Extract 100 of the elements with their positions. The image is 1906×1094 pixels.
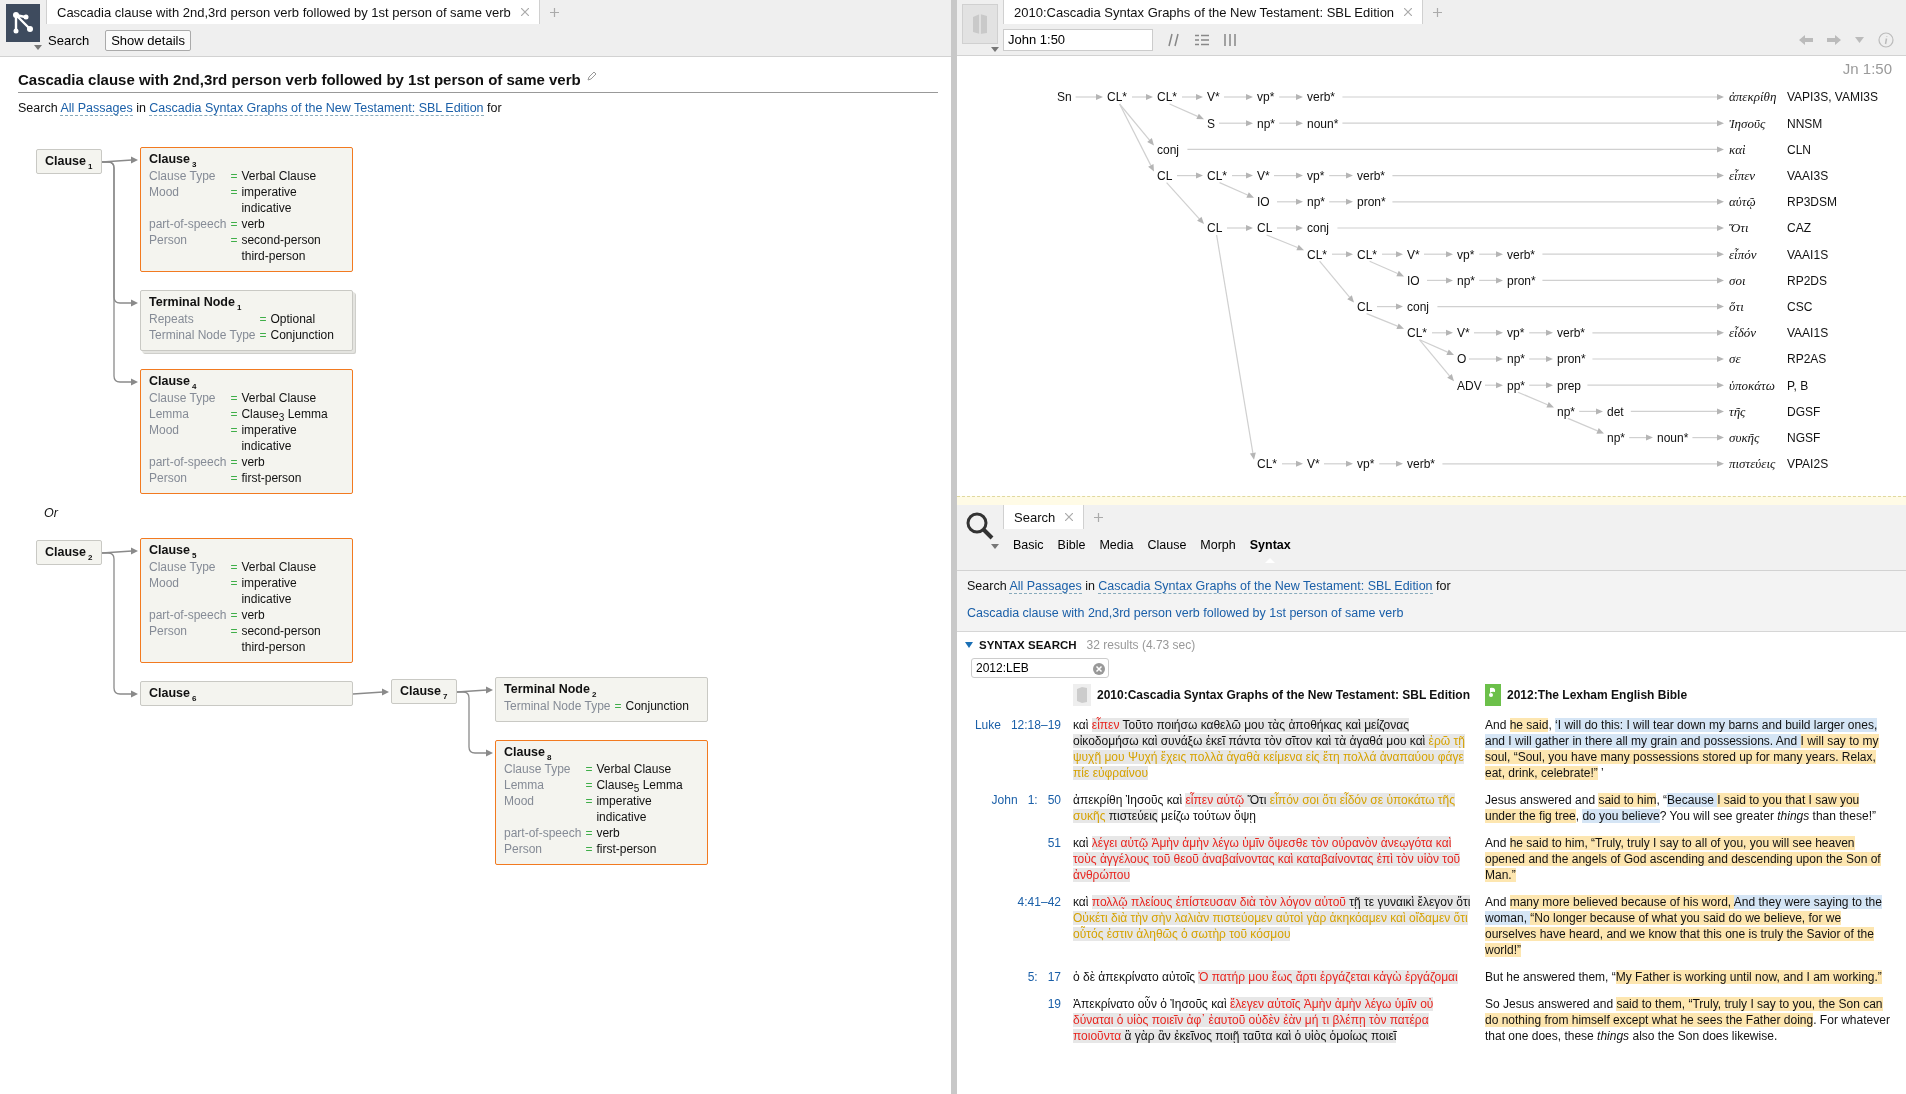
syntax-node-label[interactable]: noun* [1307, 115, 1339, 132]
syntax-node-label[interactable]: np* [1457, 272, 1476, 289]
syntax-node-label[interactable]: CL* [1157, 89, 1177, 106]
syntax-node-label[interactable]: IO [1407, 272, 1420, 289]
query-node[interactable]: Clause $_{3}$ Clause Type = Verbal Clause Mood = imperative indicative part-of-speech = verb Person = second-person third-person [140, 147, 353, 272]
query-node[interactable]: Terminal Node $_{1}$ Repeats = Optional Terminal Node Type = Conjunction [140, 290, 353, 351]
reference-link[interactable]: 5: [1027, 969, 1038, 985]
query-node[interactable]: Clause $_{5}$ Clause Type = Verbal Clause Mood = imperative indicative part-of-speech = verb Person = second-person third-person [140, 538, 353, 663]
syntax-node-label[interactable]: vp* [1307, 168, 1325, 185]
dropdown-caret-icon[interactable] [1855, 36, 1864, 43]
range-link[interactable]: All Passages [60, 101, 133, 116]
query-node[interactable]: Clause $_{4}$ Clause Type = Verbal Clause Lemma = Clause$_{3}$ Lemma Mood = imperative indicative part-of-speech = verb Person = first-person [140, 369, 353, 494]
syntax-node-label[interactable]: vp* [1257, 89, 1275, 106]
reference-link[interactable]: 51 [1047, 835, 1061, 883]
search-type-tab[interactable]: Morph [1194, 529, 1242, 563]
clear-icon[interactable] [1093, 663, 1105, 675]
dropdown-caret-icon[interactable] [991, 544, 999, 549]
syntax-node-label[interactable]: V* [1207, 89, 1220, 106]
search-tab[interactable]: Search [1003, 505, 1085, 529]
dropdown-caret-icon[interactable] [991, 47, 999, 52]
graph-logo-icon[interactable] [6, 4, 40, 42]
query-node[interactable]: Clause $_{2}$ [36, 540, 102, 565]
greek-word[interactable]: Ἰησοῦς [1729, 114, 1766, 133]
reference-link[interactable]: 17 [1047, 969, 1061, 985]
search-type-tab[interactable]: Basic [1007, 529, 1050, 563]
close-icon[interactable] [1065, 513, 1074, 521]
syntax-node-label[interactable]: np* [1257, 115, 1276, 132]
resource-link[interactable]: Cascadia Syntax Graphs of the New Testament: SBL Edition [149, 101, 484, 116]
syntax-node-label[interactable]: np* [1507, 351, 1526, 368]
query-node[interactable]: Clause $_{7}$ [391, 679, 457, 704]
greek-word[interactable]: εἶπόν [1729, 245, 1757, 264]
syntax-node-label[interactable]: V* [1307, 456, 1320, 473]
greek-word[interactable]: εἶδόν [1729, 324, 1757, 343]
search-type-tab[interactable]: Bible [1051, 529, 1092, 563]
greek-word[interactable]: εἶπεν [1729, 167, 1756, 186]
filter-field[interactable]: 2012:LEB [971, 658, 1109, 678]
document-tab[interactable]: Cascadia clause with 2nd,3rd person verb followed by 1st person of same verb [46, 0, 540, 24]
horizontal-scrollbar[interactable] [957, 496, 1906, 505]
syntax-node-label[interactable]: O [1457, 351, 1467, 368]
query-node[interactable]: Terminal Node $_{2}$ Terminal Node Type = Conjunction [495, 677, 708, 722]
syntax-node-label[interactable]: CL [1357, 299, 1373, 316]
syntax-node-label[interactable]: V* [1407, 246, 1420, 263]
back-arrow-icon[interactable] [1799, 34, 1813, 45]
greek-word[interactable]: σε [1729, 350, 1741, 369]
greek-word[interactable]: ἀπεκρίθη [1729, 88, 1777, 107]
syntax-node-label[interactable]: prep [1557, 377, 1582, 394]
parallel-icon[interactable] [1167, 32, 1181, 47]
search-type-tab[interactable]: Syntax [1243, 529, 1297, 563]
resource-link[interactable]: Cascadia Syntax Graphs of the New Testament: SBL Edition [1098, 579, 1433, 594]
greek-word[interactable]: καὶ [1729, 140, 1746, 159]
syntax-node-label[interactable]: pron* [1357, 194, 1386, 211]
syntax-node-label[interactable]: np* [1607, 430, 1626, 447]
query-node[interactable]: Clause $_{8}$ Clause Type = Verbal Clause Lemma = Clause$_{5}$ Lemma Mood = imperative indicative part-of-speech = verb Person = first-person [495, 740, 708, 865]
syntax-node-label[interactable]: np* [1557, 403, 1576, 420]
reference-link[interactable]: 19 [1047, 996, 1061, 1044]
new-tab-icon[interactable] [1433, 7, 1443, 17]
syntax-node-label[interactable]: V* [1257, 168, 1270, 185]
show-details-button[interactable]: Show details [105, 29, 191, 51]
pencil-icon[interactable] [586, 71, 597, 81]
syntax-node-label[interactable]: CL* [1107, 89, 1127, 106]
new-tab-icon[interactable] [549, 7, 559, 17]
close-icon[interactable] [520, 8, 529, 16]
range-link[interactable]: All Passages [1009, 579, 1082, 594]
info-icon[interactable] [1878, 31, 1894, 48]
greek-word[interactable]: αὐτῷ [1729, 193, 1756, 212]
syntax-node-label[interactable]: IO [1257, 194, 1270, 211]
search-button[interactable]: Search [46, 32, 92, 48]
search-type-tab[interactable]: Media [1093, 529, 1140, 563]
syntax-node-label[interactable]: CL* [1357, 246, 1377, 263]
syntax-node-label[interactable]: CL* [1407, 325, 1427, 342]
syntax-node-label[interactable]: verb* [1407, 456, 1435, 473]
syntax-node-label[interactable]: vp* [1507, 325, 1525, 342]
reference-link[interactable]: 1: [1027, 792, 1038, 824]
syntax-node-label[interactable]: CL [1207, 220, 1223, 237]
syntax-node-label[interactable]: S [1207, 115, 1215, 132]
greek-word[interactable]: συκῆς [1729, 429, 1760, 448]
syntax-node-label[interactable]: verb* [1507, 246, 1535, 263]
syntax-node-label[interactable]: pp* [1507, 377, 1526, 394]
reference-link[interactable]: Luke [974, 717, 1001, 781]
search-icon[interactable] [965, 511, 995, 541]
syntax-node-label[interactable]: Sn [1057, 89, 1072, 106]
greek-word[interactable]: Ὅτι [1729, 219, 1749, 238]
syntax-node-label[interactable]: vp* [1457, 246, 1475, 263]
syntax-node-label[interactable]: pron* [1507, 272, 1536, 289]
reference-link[interactable]: 12:18–19 [1010, 717, 1061, 781]
forward-arrow-icon[interactable] [1827, 34, 1841, 45]
syntax-node-label[interactable]: pron* [1557, 351, 1586, 368]
dropdown-caret-icon[interactable] [34, 45, 42, 50]
syntax-node-label[interactable]: CL* [1257, 456, 1277, 473]
close-icon[interactable] [1404, 8, 1413, 16]
syntax-node-label[interactable]: np* [1307, 194, 1326, 211]
reference-link[interactable]: 50 [1047, 792, 1061, 824]
syntax-node-label[interactable]: CL* [1207, 168, 1227, 185]
syntax-node-label[interactable]: verb* [1307, 89, 1335, 106]
greek-word[interactable]: τῆς [1729, 402, 1746, 421]
syntax-node-label[interactable]: CL* [1307, 246, 1327, 263]
syntax-node-label[interactable]: conj [1407, 299, 1429, 316]
syntax-node-label[interactable]: det [1607, 403, 1624, 420]
query-link[interactable]: Cascadia clause with 2nd,3rd person verb followed by 1st person of same verb [967, 606, 1404, 620]
greek-word[interactable]: σοι [1729, 271, 1746, 290]
